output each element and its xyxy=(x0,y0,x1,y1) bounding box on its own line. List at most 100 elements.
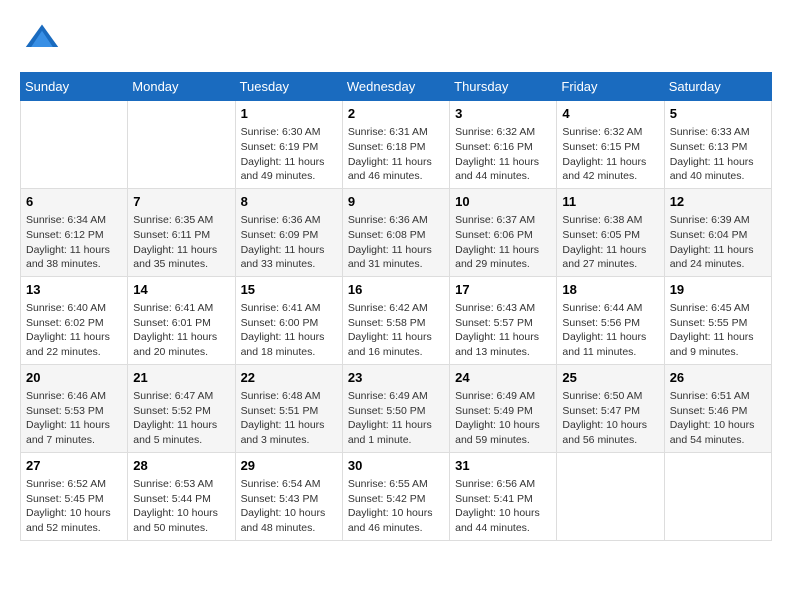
weekday-header-thursday: Thursday xyxy=(450,73,557,101)
day-info: Sunrise: 6:45 AMSunset: 5:55 PMDaylight:… xyxy=(670,301,766,360)
calendar-cell: 5 Sunrise: 6:33 AMSunset: 6:13 PMDaylight… xyxy=(664,101,771,189)
page-header xyxy=(20,20,772,56)
calendar-cell: 9 Sunrise: 6:36 AMSunset: 6:08 PMDaylight… xyxy=(342,188,449,276)
day-number: 30 xyxy=(348,457,444,475)
calendar-cell: 31Sunrise: 6:56 AMSunset: 5:41 PMDayligh… xyxy=(450,452,557,540)
day-info: Sunrise: 6:51 AMSunset: 5:46 PMDaylight:… xyxy=(670,389,766,448)
weekday-header-sunday: Sunday xyxy=(21,73,128,101)
calendar-cell xyxy=(557,452,664,540)
day-info: Sunrise: 6:34 AMSunset: 6:12 PMDaylight:… xyxy=(26,213,122,272)
calendar-cell: 16 Sunrise: 6:42 AMSunset: 5:58 PMDayligh… xyxy=(342,276,449,364)
day-number: 15 xyxy=(241,281,337,299)
calendar-cell: 12 Sunrise: 6:39 AMSunset: 6:04 PMDayligh… xyxy=(664,188,771,276)
calendar-cell: 7 Sunrise: 6:35 AMSunset: 6:11 PMDaylight… xyxy=(128,188,235,276)
calendar-header-row: SundayMondayTuesdayWednesdayThursdayFrid… xyxy=(21,73,772,101)
day-info: Sunrise: 6:50 AMSunset: 5:47 PMDaylight:… xyxy=(562,389,658,448)
day-info: Sunrise: 6:35 AMSunset: 6:11 PMDaylight:… xyxy=(133,213,229,272)
day-number: 22 xyxy=(241,369,337,387)
calendar-cell: 6 Sunrise: 6:34 AMSunset: 6:12 PMDaylight… xyxy=(21,188,128,276)
calendar-cell: 22 Sunrise: 6:48 AMSunset: 5:51 PMDayligh… xyxy=(235,364,342,452)
day-number: 23 xyxy=(348,369,444,387)
day-number: 28 xyxy=(133,457,229,475)
day-number: 21 xyxy=(133,369,229,387)
calendar-cell: 3Sunrise: 6:32 AMSunset: 6:16 PMDaylight… xyxy=(450,101,557,189)
day-info: Sunrise: 6:47 AMSunset: 5:52 PMDaylight:… xyxy=(133,389,229,448)
day-number: 7 xyxy=(133,193,229,211)
calendar-table: SundayMondayTuesdayWednesdayThursdayFrid… xyxy=(20,72,772,541)
day-number: 27 xyxy=(26,457,122,475)
weekday-header-saturday: Saturday xyxy=(664,73,771,101)
calendar-cell: 2Sunrise: 6:31 AMSunset: 6:18 PMDaylight… xyxy=(342,101,449,189)
day-number: 1 xyxy=(241,105,337,123)
day-info: Sunrise: 6:49 AMSunset: 5:49 PMDaylight:… xyxy=(455,389,551,448)
day-info: Sunrise: 6:43 AMSunset: 5:57 PMDaylight:… xyxy=(455,301,551,360)
day-info: Sunrise: 6:42 AMSunset: 5:58 PMDaylight:… xyxy=(348,301,444,360)
day-number: 29 xyxy=(241,457,337,475)
calendar-cell: 24 Sunrise: 6:49 AMSunset: 5:49 PMDayligh… xyxy=(450,364,557,452)
day-number: 17 xyxy=(455,281,551,299)
day-number: 4 xyxy=(562,105,658,123)
day-info: Sunrise: 6:41 AMSunset: 6:00 PMDaylight:… xyxy=(241,301,337,360)
day-info: Sunrise: 6:52 AMSunset: 5:45 PMDaylight:… xyxy=(26,477,122,536)
day-info: Sunrise: 6:41 AMSunset: 6:01 PMDaylight:… xyxy=(133,301,229,360)
weekday-header-tuesday: Tuesday xyxy=(235,73,342,101)
day-info: Sunrise: 6:36 AMSunset: 6:09 PMDaylight:… xyxy=(241,213,337,272)
calendar-week-row: 27 Sunrise: 6:52 AMSunset: 5:45 PMDayligh… xyxy=(21,452,772,540)
day-info: Sunrise: 6:54 AMSunset: 5:43 PMDaylight:… xyxy=(241,477,337,536)
calendar-cell: 29 Sunrise: 6:54 AMSunset: 5:43 PMDayligh… xyxy=(235,452,342,540)
day-number: 14 xyxy=(133,281,229,299)
day-number: 25 xyxy=(562,369,658,387)
day-info: Sunrise: 6:49 AMSunset: 5:50 PMDaylight:… xyxy=(348,389,444,448)
calendar-cell: 30Sunrise: 6:55 AMSunset: 5:42 PMDayligh… xyxy=(342,452,449,540)
day-info: Sunrise: 6:39 AMSunset: 6:04 PMDaylight:… xyxy=(670,213,766,272)
day-info: Sunrise: 6:40 AMSunset: 6:02 PMDaylight:… xyxy=(26,301,122,360)
day-info: Sunrise: 6:56 AMSunset: 5:41 PMDaylight:… xyxy=(455,477,551,536)
day-info: Sunrise: 6:38 AMSunset: 6:05 PMDaylight:… xyxy=(562,213,658,272)
day-number: 16 xyxy=(348,281,444,299)
day-info: Sunrise: 6:30 AMSunset: 6:19 PMDaylight:… xyxy=(241,125,337,184)
calendar-cell: 26 Sunrise: 6:51 AMSunset: 5:46 PMDayligh… xyxy=(664,364,771,452)
day-number: 24 xyxy=(455,369,551,387)
day-info: Sunrise: 6:44 AMSunset: 5:56 PMDaylight:… xyxy=(562,301,658,360)
day-number: 20 xyxy=(26,369,122,387)
day-number: 19 xyxy=(670,281,766,299)
calendar-cell: 13 Sunrise: 6:40 AMSunset: 6:02 PMDayligh… xyxy=(21,276,128,364)
calendar-cell: 23 Sunrise: 6:49 AMSunset: 5:50 PMDayligh… xyxy=(342,364,449,452)
calendar-cell: 21 Sunrise: 6:47 AMSunset: 5:52 PMDayligh… xyxy=(128,364,235,452)
day-number: 2 xyxy=(348,105,444,123)
day-number: 6 xyxy=(26,193,122,211)
day-info: Sunrise: 6:36 AMSunset: 6:08 PMDaylight:… xyxy=(348,213,444,272)
calendar-cell: 28Sunrise: 6:53 AMSunset: 5:44 PMDayligh… xyxy=(128,452,235,540)
calendar-cell xyxy=(128,101,235,189)
calendar-week-row: 13 Sunrise: 6:40 AMSunset: 6:02 PMDayligh… xyxy=(21,276,772,364)
day-number: 3 xyxy=(455,105,551,123)
logo xyxy=(20,20,60,56)
logo-icon xyxy=(24,20,60,56)
day-number: 26 xyxy=(670,369,766,387)
day-number: 10 xyxy=(455,193,551,211)
day-number: 12 xyxy=(670,193,766,211)
calendar-week-row: 1 Sunrise: 6:30 AMSunset: 6:19 PMDaylight… xyxy=(21,101,772,189)
calendar-week-row: 20 Sunrise: 6:46 AMSunset: 5:53 PMDayligh… xyxy=(21,364,772,452)
calendar-cell: 10 Sunrise: 6:37 AMSunset: 6:06 PMDayligh… xyxy=(450,188,557,276)
calendar-week-row: 6 Sunrise: 6:34 AMSunset: 6:12 PMDaylight… xyxy=(21,188,772,276)
day-info: Sunrise: 6:48 AMSunset: 5:51 PMDaylight:… xyxy=(241,389,337,448)
day-info: Sunrise: 6:37 AMSunset: 6:06 PMDaylight:… xyxy=(455,213,551,272)
calendar-cell: 8Sunrise: 6:36 AMSunset: 6:09 PMDaylight… xyxy=(235,188,342,276)
calendar-cell: 1 Sunrise: 6:30 AMSunset: 6:19 PMDaylight… xyxy=(235,101,342,189)
calendar-cell: 4 Sunrise: 6:32 AMSunset: 6:15 PMDaylight… xyxy=(557,101,664,189)
day-number: 9 xyxy=(348,193,444,211)
weekday-header-wednesday: Wednesday xyxy=(342,73,449,101)
day-number: 13 xyxy=(26,281,122,299)
day-number: 5 xyxy=(670,105,766,123)
calendar-cell: 20 Sunrise: 6:46 AMSunset: 5:53 PMDayligh… xyxy=(21,364,128,452)
weekday-header-friday: Friday xyxy=(557,73,664,101)
day-info: Sunrise: 6:46 AMSunset: 5:53 PMDaylight:… xyxy=(26,389,122,448)
day-number: 11 xyxy=(562,193,658,211)
calendar-cell: 14 Sunrise: 6:41 AMSunset: 6:01 PMDayligh… xyxy=(128,276,235,364)
calendar-cell: 25 Sunrise: 6:50 AMSunset: 5:47 PMDayligh… xyxy=(557,364,664,452)
day-info: Sunrise: 6:32 AMSunset: 6:15 PMDaylight:… xyxy=(562,125,658,184)
calendar-cell: 15 Sunrise: 6:41 AMSunset: 6:00 PMDayligh… xyxy=(235,276,342,364)
calendar-cell: 18Sunrise: 6:44 AMSunset: 5:56 PMDayligh… xyxy=(557,276,664,364)
day-info: Sunrise: 6:33 AMSunset: 6:13 PMDaylight:… xyxy=(670,125,766,184)
